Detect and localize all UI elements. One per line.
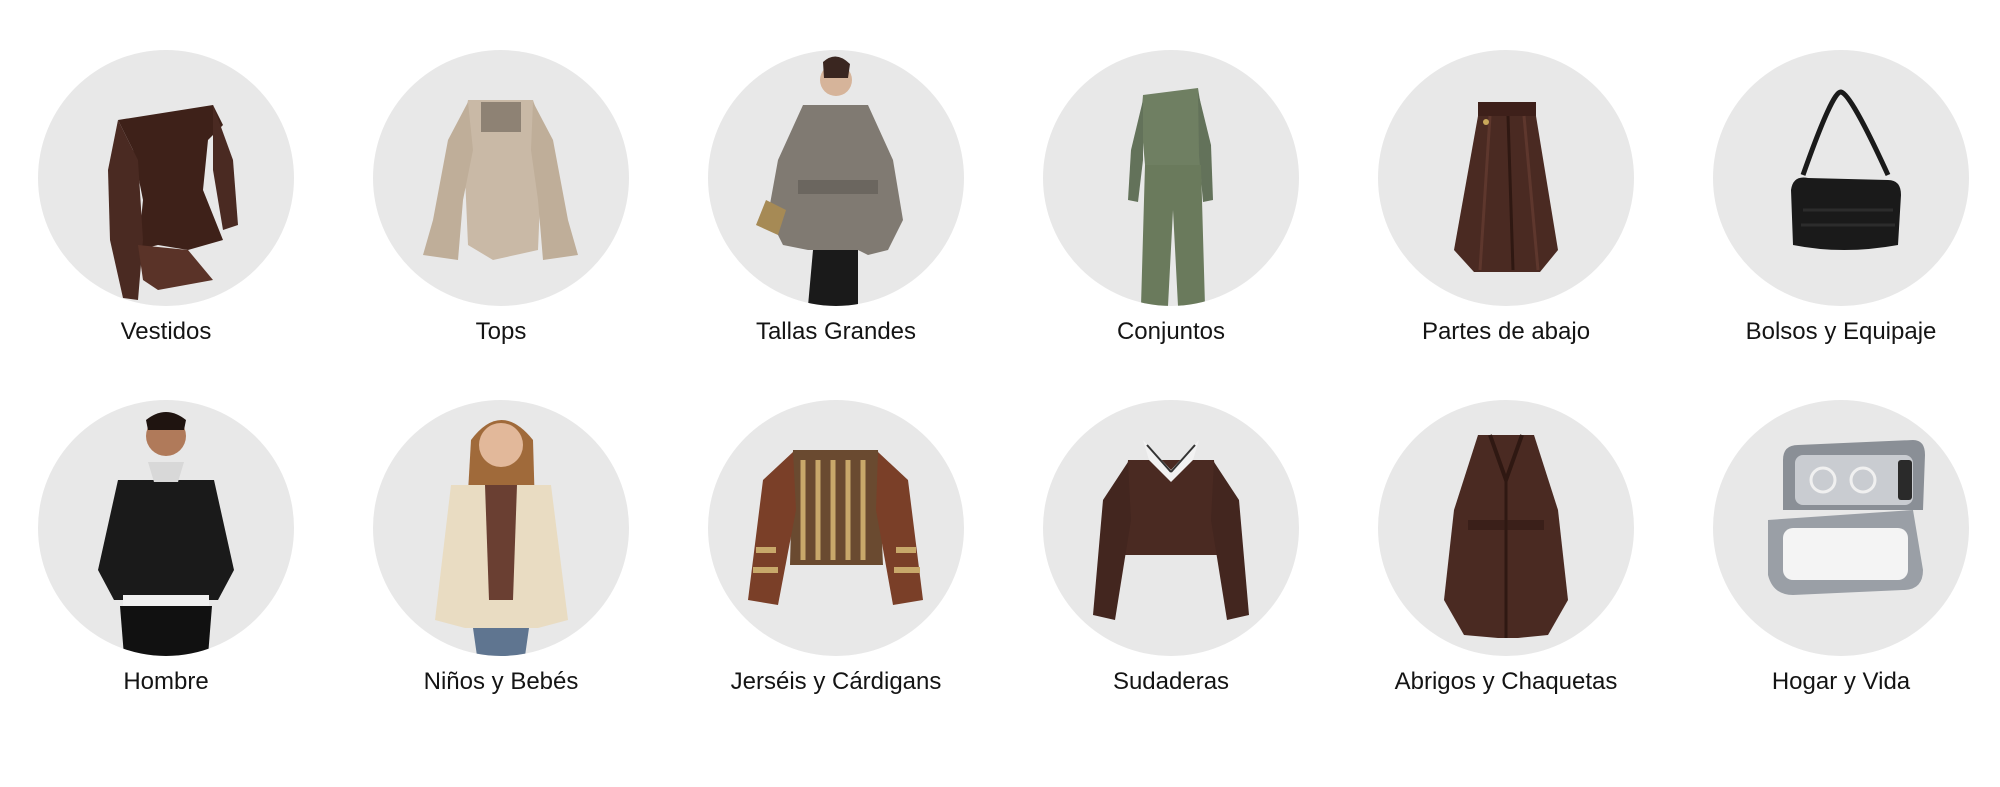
kids-puffer-jacket-icon	[373, 400, 629, 656]
mens-hoodie-icon	[38, 400, 294, 656]
category-label: Tallas Grandes	[755, 318, 917, 345]
leather-skirt-icon	[1378, 50, 1634, 306]
collared-sweatshirt-icon	[1043, 400, 1299, 656]
belted-blazer-icon	[708, 50, 964, 306]
category-label: Vestidos	[120, 318, 212, 345]
category-grid: Vestidos Tops Tallas Grandes Conjuntos P…	[0, 0, 2000, 787]
category-label: Tops	[475, 318, 527, 345]
shoulder-bag-icon	[1713, 50, 1969, 306]
category-label: Sudaderas	[1112, 668, 1230, 695]
category-label: Bolsos y Equipaje	[1745, 318, 1937, 345]
category-label: Hombre	[123, 668, 209, 695]
category-label: Abrigos y Chaquetas	[1394, 668, 1618, 695]
trench-coat-icon	[1378, 400, 1634, 656]
two-piece-set-icon	[1043, 50, 1299, 306]
category-label: Hogar y Vida	[1771, 668, 1911, 695]
lace-dress-icon	[38, 50, 294, 306]
category-label: Jerséis y Cárdigans	[730, 668, 942, 695]
patterned-sweater-icon	[708, 400, 964, 656]
category-label: Niños y Bebés	[423, 668, 579, 695]
category-label: Partes de abajo	[1421, 318, 1591, 345]
bell-sleeve-top-icon	[373, 50, 629, 306]
travel-organizer-icon	[1713, 400, 1969, 656]
category-label: Conjuntos	[1116, 318, 1226, 345]
